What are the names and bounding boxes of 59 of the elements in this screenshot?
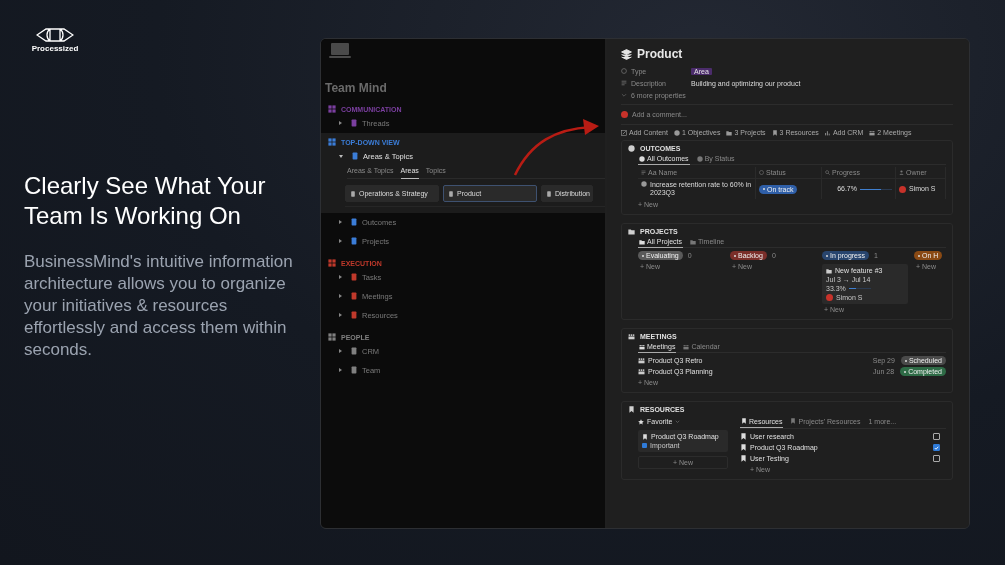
workspace-title: Team Mind [325,81,388,95]
tab-icon [690,238,696,245]
link-icon [621,129,627,136]
avatar-icon [826,294,833,301]
tab-icon [696,155,703,162]
tab-icon [639,343,645,350]
property-icon [621,80,627,86]
column-icon [641,170,646,175]
page-icon [350,347,358,355]
checkbox[interactable] [933,455,940,462]
section-icon [628,228,635,235]
section-icon [628,145,635,152]
star-icon [638,418,644,425]
people-icon [638,368,645,375]
hero-description: BusinessMind's intuitive information architecture allows you to organize your initiatives & resources effortlessly and access them within seconds. [24,251,294,361]
doc-icon [546,190,552,197]
doc-icon [448,190,454,197]
doc-icon [350,190,356,197]
link-icon [726,129,733,136]
checkbox[interactable] [933,444,940,451]
column-icon [825,170,830,175]
folder-icon [826,267,832,274]
bookmark-icon [642,433,648,440]
laptop-icon [329,43,351,59]
link-icon [771,129,778,136]
link-icon [824,129,831,136]
chevron-icon [675,419,681,424]
column-icon [899,170,904,175]
tab-icon [639,238,645,245]
tab-icon [639,155,645,162]
tab-icon [741,418,747,424]
outcome-icon [641,181,647,187]
page-icon [350,366,358,374]
tab-icon [683,343,690,350]
avatar-icon [621,111,628,118]
column-icon [759,170,764,175]
stack-icon [621,48,632,60]
page-icon [350,119,358,127]
checkbox[interactable] [933,433,940,440]
people-icon [638,357,645,364]
logo-text: Processized [31,44,79,53]
section-icon [628,333,635,340]
link-icon [869,129,876,136]
page-icon [350,218,358,226]
checkbox-icon [642,443,647,448]
page-title: Product [637,47,683,61]
logo-icon [36,28,74,42]
section-icon [628,406,635,413]
link-icon [673,129,680,136]
page-icon [350,311,358,319]
page-icon [350,292,358,300]
page-icon [351,152,359,160]
page-icon [350,237,358,245]
property-icon [621,68,627,74]
page-icon [350,273,358,281]
hero-heading: Clearly See What Your Team Is Working On [24,171,267,231]
chevron-icon [621,92,627,98]
tab-icon [790,418,797,424]
avatar-icon [899,185,906,193]
